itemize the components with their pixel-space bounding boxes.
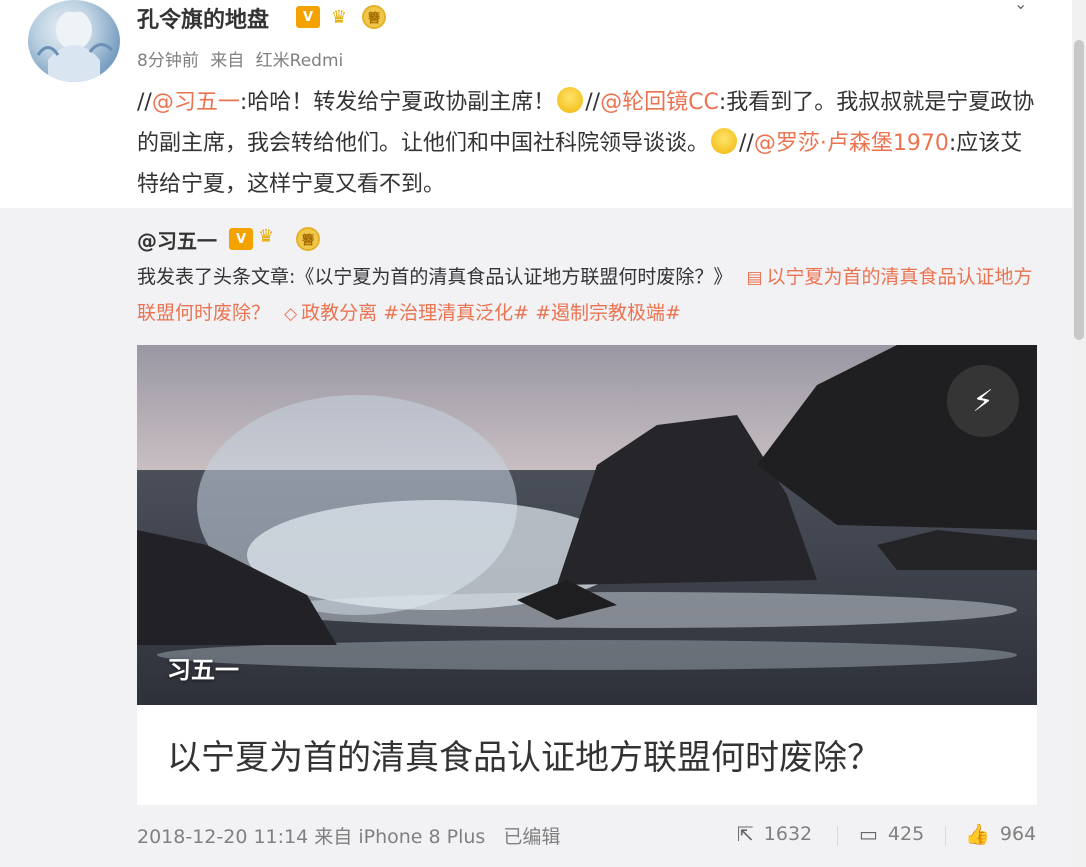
scrollbar-thumb[interactable] [1074, 40, 1084, 340]
repost-source: iPhone 8 Plus [358, 826, 486, 848]
verified-badge-icon: V [296, 6, 320, 28]
text-segment: // [585, 90, 601, 115]
forward-count: 1632 [763, 823, 813, 845]
avatar[interactable] [28, 0, 120, 82]
source-prefix: 来自 [210, 51, 245, 71]
repost-author-name[interactable]: @习五一 [137, 225, 217, 254]
scrollbar[interactable] [1072, 0, 1086, 867]
laugh-cry-emoji-icon [557, 87, 584, 113]
chevron-down-icon[interactable]: ⌄ [1014, 0, 1027, 13]
post-time[interactable]: 8分钟前 [137, 51, 199, 71]
article-title[interactable]: 以宁夏为首的清真食品认证地方联盟何时废除？ [167, 730, 881, 779]
hashtag-link[interactable]: #治理清真泛化# [383, 302, 529, 324]
comment-icon: ▭ [859, 822, 878, 846]
flash-icon[interactable]: ⚡ [947, 365, 1019, 437]
comment-button[interactable]: ▭ 425 [859, 822, 924, 846]
forward-button[interactable]: ⇱ 1632 [737, 822, 812, 846]
article-cover-image[interactable]: 习五一 ⚡ [137, 345, 1037, 705]
mention-link[interactable]: @习五一 [152, 90, 240, 115]
post-author-name[interactable]: 孔令旗的地盘 [137, 2, 269, 34]
crown-icon: ♛ [258, 226, 275, 247]
repost-intro: 我发表了头条文章:《以宁夏为首的清真食品认证地方联盟何时废除？》 [137, 266, 733, 288]
text-segment: // [739, 131, 754, 156]
post-text: //@习五一:哈哈！转发给宁夏政协副主席！//@轮回镜CC:我看到了。我叔叔就是… [137, 82, 1037, 205]
medal-icon: 簪 [296, 227, 320, 251]
text-segment: :哈哈！转发给宁夏政协副主席！ [239, 90, 556, 115]
like-count: 964 [999, 823, 1037, 845]
repost-time-source: 2018-12-20 11:14 来自 iPhone 8 Plus 已编辑 [137, 822, 560, 849]
hashtag-link[interactable]: #遏制宗教极端# [535, 302, 681, 324]
edited-label[interactable]: 已编辑 [503, 826, 560, 848]
divider [945, 826, 946, 846]
repost-time[interactable]: 2018-12-20 11:14 [137, 826, 308, 848]
forward-icon: ⇱ [737, 822, 754, 846]
repost-text: 我发表了头条文章:《以宁夏为首的清真食品认证地方联盟何时废除？》 ▤ 以宁夏为首的… [137, 260, 1037, 332]
tag-icon: ◇ [284, 304, 298, 324]
post-source[interactable]: 红米Redmi [256, 51, 344, 71]
weibo-feed-page: 孔令旗的地盘 V ♛ 簪 ⌄ 8分钟前 来自 红米Redmi //@习五一:哈哈… [0, 0, 1086, 867]
post-meta: 8分钟前 来自 红米Redmi [137, 46, 343, 71]
reposted-content: @习五一 V ♛ 簪 我发表了头条文章:《以宁夏为首的清真食品认证地方联盟何时废… [0, 208, 1072, 867]
medal-icon: 簪 [362, 5, 386, 29]
divider [837, 826, 838, 846]
mention-link[interactable]: @轮回镜CC [600, 90, 719, 115]
topic-link[interactable]: 政教分离 [301, 302, 377, 324]
repost-footer: 2018-12-20 11:14 来自 iPhone 8 Plus 已编辑 ⇱ … [137, 822, 1037, 852]
like-icon: 👍 [965, 822, 990, 846]
source-prefix: 来自 [314, 826, 353, 848]
article-card[interactable]: 习五一 ⚡ 以宁夏为首的清真食品认证地方联盟何时废除？ [137, 345, 1037, 805]
weibo-post: 孔令旗的地盘 V ♛ 簪 ⌄ 8分钟前 来自 红米Redmi //@习五一:哈哈… [0, 0, 1072, 208]
cover-author-label: 习五一 [167, 656, 239, 684]
verified-badge-icon: V [229, 228, 253, 250]
like-button[interactable]: 👍 964 [965, 822, 1036, 846]
comment-count: 425 [887, 823, 925, 845]
doc-icon: ▤ [746, 268, 763, 288]
mention-link[interactable]: @罗莎·卢森堡1970 [754, 131, 949, 156]
smile-emoji-icon [711, 128, 738, 154]
crown-icon: ♛ [330, 6, 348, 28]
text-segment: // [137, 90, 152, 115]
